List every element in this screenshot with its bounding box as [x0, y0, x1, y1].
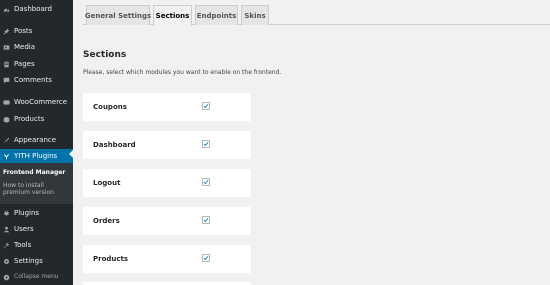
- plug-icon: [3, 210, 10, 217]
- comment-icon: [3, 77, 10, 84]
- sidebar-item-products[interactable]: Products: [0, 112, 73, 126]
- tab-general-settings[interactable]: General Settings: [85, 5, 151, 25]
- sidebar-item-posts[interactable]: Posts: [0, 24, 73, 38]
- sidebar-item-tools[interactable]: Tools: [0, 238, 73, 252]
- module-checkbox-logout[interactable]: [202, 178, 210, 186]
- sidebar-item-label: Settings: [14, 256, 43, 265]
- collapse-icon: [3, 274, 10, 281]
- brush-icon: [3, 137, 10, 144]
- collapse-menu-button[interactable]: Collapse menu: [0, 270, 73, 284]
- module-checkbox-orders[interactable]: [202, 216, 210, 224]
- user-icon: [3, 226, 10, 233]
- sidebar-item-label: Pages: [14, 59, 35, 68]
- module-row-products: Products: [83, 245, 251, 273]
- tab-sections[interactable]: Sections: [153, 5, 192, 26]
- module-label: Products: [93, 255, 129, 263]
- module-label: Dashboard: [93, 141, 136, 149]
- sidebar-item-label: Appearance: [14, 135, 57, 144]
- sidebar-item-label: Collapse menu: [14, 273, 59, 280]
- section-description: Please, select which modules you want to…: [83, 69, 282, 76]
- sidebar-item-pages[interactable]: Pages: [0, 57, 73, 71]
- pin-icon: [3, 28, 10, 35]
- sidebar-item-settings[interactable]: Settings: [0, 254, 73, 268]
- page-icon: [3, 61, 10, 68]
- checkmark-icon: [203, 255, 209, 261]
- module-checkbox-coupons[interactable]: [202, 102, 210, 110]
- checkmark-icon: [203, 141, 209, 147]
- sidebar-item-comments[interactable]: Comments: [0, 73, 73, 87]
- sidebar-item-label: YITH Plugins: [14, 151, 58, 160]
- checkmark-icon: [203, 103, 209, 109]
- products-icon: [3, 116, 10, 123]
- sidebar-item-media[interactable]: Media: [0, 40, 73, 54]
- module-row-orders: Orders: [83, 207, 251, 235]
- settings-icon: [3, 258, 10, 265]
- sidebar-item-label: Dashboard: [14, 4, 52, 13]
- wrench-icon: [3, 242, 10, 249]
- tab-endpoints[interactable]: Endpoints: [195, 5, 238, 25]
- admin-sidebar: Dashboard Posts Media Pages Comments Woo…: [0, 0, 73, 285]
- submenu-premium-version-link[interactable]: premium version: [3, 190, 54, 196]
- woocommerce-icon: [3, 99, 10, 106]
- checkmark-icon: [203, 217, 209, 223]
- module-label: Orders: [93, 217, 120, 225]
- tab-skins[interactable]: Skins: [241, 5, 269, 25]
- dashboard-icon: [3, 6, 10, 13]
- checkmark-icon: [203, 179, 209, 185]
- module-row-dashboard: Dashboard: [83, 131, 251, 159]
- sidebar-item-label: Products: [14, 114, 45, 123]
- sidebar-item-label: Plugins: [14, 208, 40, 217]
- module-row-logout: Logout: [83, 169, 251, 197]
- module-checkbox-products[interactable]: [202, 254, 210, 262]
- sidebar-item-label: Comments: [14, 75, 52, 84]
- sidebar-item-appearance[interactable]: Appearance: [0, 133, 73, 147]
- sidebar-item-yith-plugins[interactable]: YITH Plugins: [0, 149, 73, 163]
- sidebar-item-woocommerce[interactable]: WooCommerce: [0, 95, 73, 109]
- sidebar-item-label: WooCommerce: [14, 97, 68, 106]
- sidebar-item-users[interactable]: Users: [0, 222, 73, 236]
- submenu-frontend-manager[interactable]: Frontend Manager: [3, 169, 65, 176]
- sidebar-item-label: Tools: [14, 240, 32, 249]
- sidebar-item-label: Media: [14, 42, 36, 51]
- sidebar-item-plugins[interactable]: Plugins: [0, 206, 73, 220]
- sidebar-item-label: Posts: [14, 26, 33, 35]
- module-label: Logout: [93, 179, 121, 187]
- module-checkbox-dashboard[interactable]: [202, 140, 210, 148]
- active-menu-arrow: [69, 150, 73, 158]
- yith-icon: [3, 153, 10, 160]
- media-icon: [3, 44, 10, 51]
- module-label: Coupons: [93, 103, 127, 111]
- sidebar-item-label: Users: [14, 224, 34, 233]
- section-heading: Sections: [83, 50, 127, 60]
- module-row-coupons: Coupons: [83, 93, 251, 121]
- sidebar-item-dashboard[interactable]: Dashboard: [0, 2, 73, 16]
